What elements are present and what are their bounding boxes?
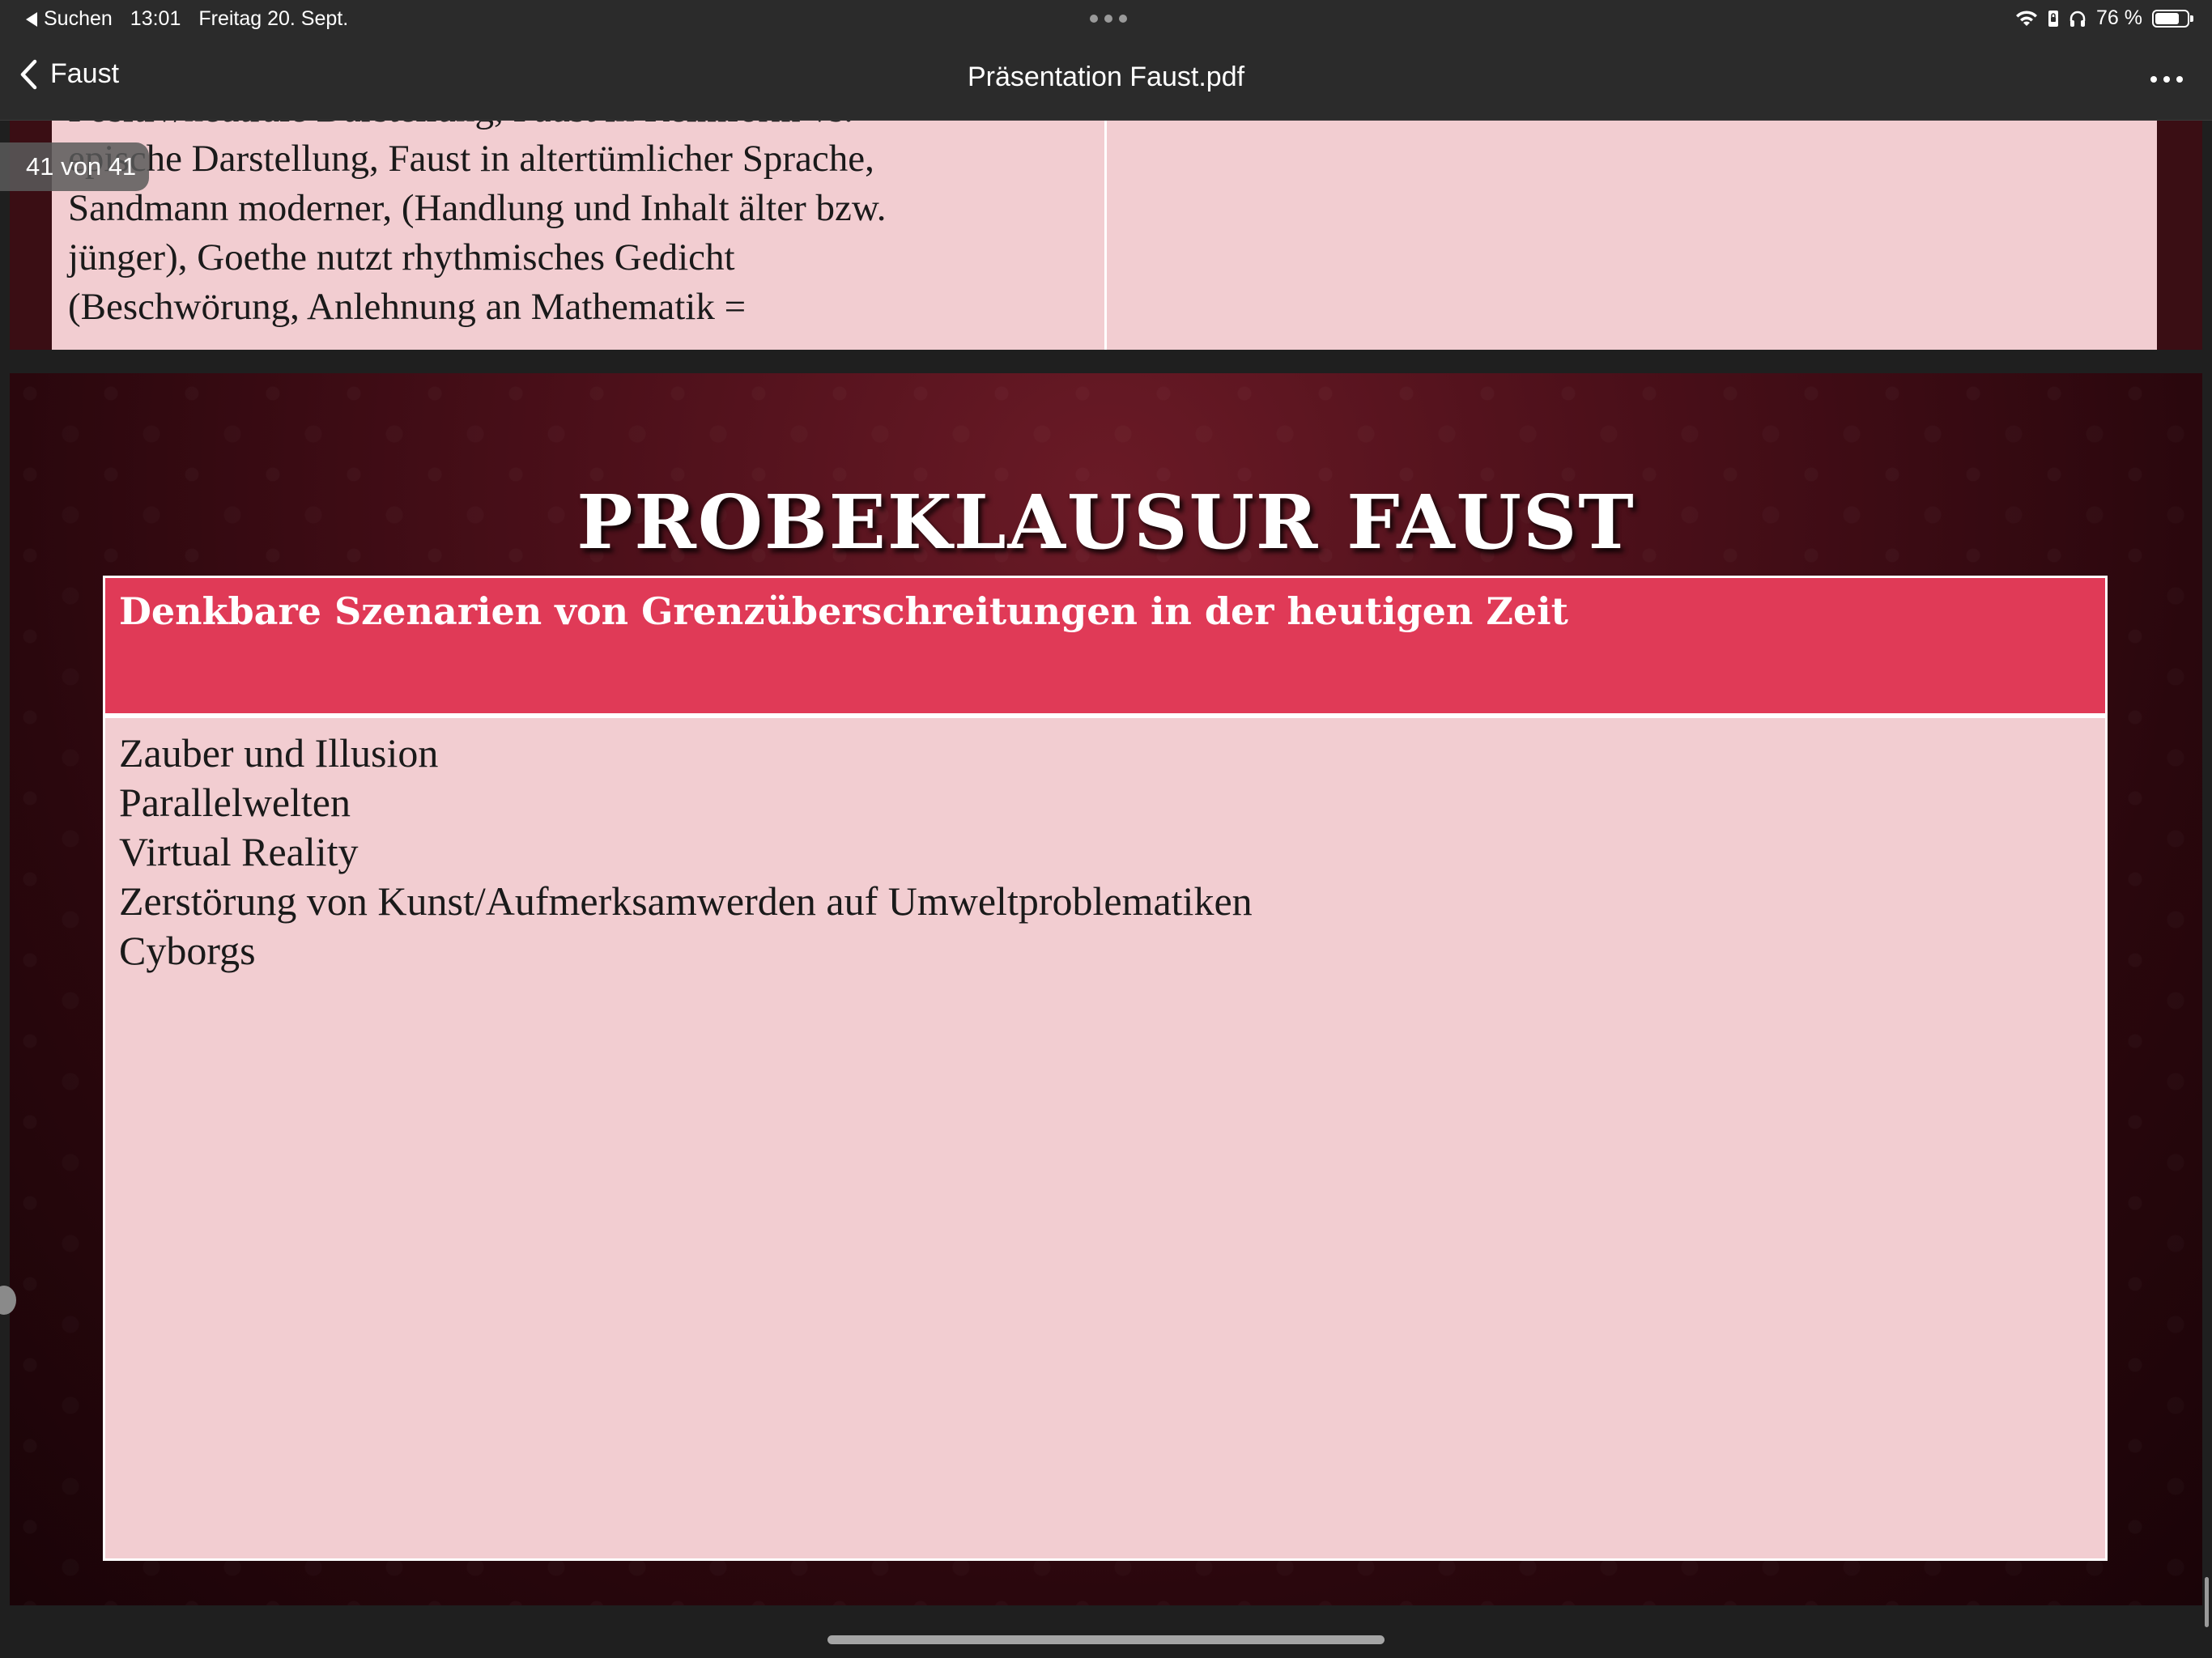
table-body: Zauber und Illusion Parallelwelten Virtu… — [119, 729, 1253, 976]
previous-page-text: Positiv/neutrale Darstellung, Faust in R… — [68, 121, 1112, 332]
back-to-app-link[interactable]: Suchen — [26, 7, 113, 31]
list-item: Zerstörung von Kunst/Aufmerksamwerden au… — [119, 878, 1253, 924]
current-pdf-page[interactable]: PROBEKLAUSUR FAUST Denkbare Szenarien vo… — [10, 373, 2202, 1605]
navigation-bar: Faust Präsentation Faust.pdf — [0, 39, 2212, 121]
status-left: Suchen 13:01 Freitag 20. Sept. — [26, 7, 348, 31]
status-bar: Suchen 13:01 Freitag 20. Sept. 76 % — [0, 0, 2212, 39]
previous-page-line: Sandmann moderner, (Handlung und Inhalt … — [68, 187, 887, 229]
back-button[interactable]: Faust — [19, 58, 119, 90]
previous-page-line: (Beschwörung, Anlehnung an Mathematik = — [68, 286, 747, 328]
list-item: Virtual Reality — [119, 829, 359, 874]
multitasking-dots-icon[interactable] — [1090, 15, 1127, 23]
status-date: Freitag 20. Sept. — [198, 7, 349, 30]
list-item: Zauber und Illusion — [119, 730, 439, 776]
headphones-icon — [2069, 11, 2086, 27]
battery-level-fill — [2155, 12, 2179, 24]
previous-pdf-page[interactable]: Positiv/neutrale Darstellung, Faust in R… — [10, 121, 2202, 350]
document-title-container: Präsentation Faust.pdf — [0, 62, 2212, 93]
battery-percent: 76 % — [2096, 6, 2142, 29]
previous-page-line: Positiv/neutrale Darstellung, Faust in R… — [68, 121, 1112, 134]
home-indicator[interactable] — [827, 1635, 1385, 1644]
table-header-text: Denkbare Szenarien von Grenzüberschreitu… — [119, 589, 1568, 633]
previous-page-table: Positiv/neutrale Darstellung, Faust in R… — [52, 121, 2157, 350]
chevron-left-icon — [20, 59, 37, 89]
previous-page-line: epische Darstellung, Faust in altertümli… — [68, 138, 874, 180]
wifi-icon — [2016, 10, 2038, 26]
back-app-label: Suchen — [44, 7, 113, 30]
list-item: Parallelwelten — [119, 780, 351, 825]
table-header: Denkbare Szenarien von Grenzüberschreitu… — [105, 578, 2105, 718]
slide-table: Denkbare Szenarien von Grenzüberschreitu… — [103, 576, 2108, 1561]
slide-title: PROBEKLAUSUR FAUST — [576, 478, 1636, 566]
scroll-indicator[interactable] — [2205, 1577, 2209, 1627]
battery-icon — [2152, 9, 2193, 28]
back-button-label: Faust — [50, 58, 120, 89]
previous-page-line: jünger), Goethe nutzt rhythmisches Gedic… — [68, 236, 735, 278]
status-right: 76 % — [2015, 6, 2193, 30]
back-triangle-icon — [26, 11, 37, 27]
page-indicator: 41 von 41 — [0, 142, 149, 191]
lock-rotation-icon — [2048, 10, 2059, 27]
table-column-divider — [1104, 121, 1107, 350]
ellipsis-icon[interactable] — [2150, 76, 2183, 83]
pdf-viewer-screen: Suchen 13:01 Freitag 20. Sept. 76 % Faus… — [0, 0, 2212, 1658]
document-title[interactable]: Präsentation Faust.pdf — [968, 62, 1244, 92]
list-item: Cyborgs — [119, 928, 256, 973]
status-time: 13:01 — [130, 7, 181, 30]
